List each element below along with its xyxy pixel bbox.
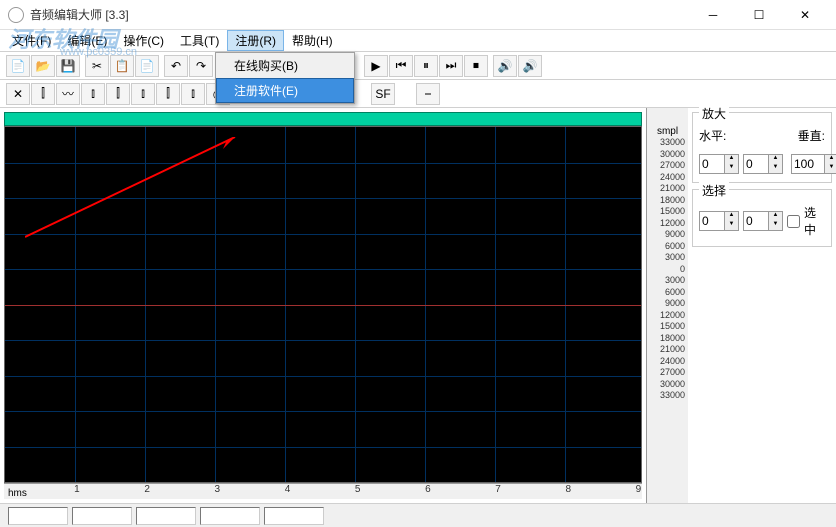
- toolbar-main: 📄 📂 💾 ✂ 📋 📄 ↶ ↷ ▶ ⏮ ⏸ ⏭ ⏹ 🔊 🔊: [0, 52, 836, 80]
- skip-forward-icon[interactable]: ⏭: [439, 55, 463, 77]
- effect-4-icon[interactable]: ⫾: [81, 83, 105, 105]
- menu-tools[interactable]: 工具(T): [172, 30, 227, 51]
- status-cell-1: [8, 507, 68, 525]
- effect-6-icon[interactable]: ⫾: [131, 83, 155, 105]
- annotation-arrow: [25, 137, 245, 247]
- vert-spinner[interactable]: ▲▼: [791, 154, 836, 174]
- open-file-icon[interactable]: 📂: [31, 55, 55, 77]
- play-icon[interactable]: ▶: [364, 55, 388, 77]
- value-ruler: smpl 33000 30000 27000 24000 21000 18000…: [646, 108, 688, 503]
- undo-icon[interactable]: ↶: [164, 55, 188, 77]
- stop-icon[interactable]: ⏹: [464, 55, 488, 77]
- status-cell-3: [136, 507, 196, 525]
- speaker-left-icon[interactable]: 🔊: [493, 55, 517, 77]
- zoom-title: 放大: [699, 105, 729, 122]
- titlebar: 音频编辑大师 [3.3] ─ ☐ ✕: [0, 0, 836, 30]
- window-title: 音频编辑大师 [3.3]: [30, 6, 690, 23]
- waveform-header-bar[interactable]: [4, 112, 642, 126]
- pause-icon[interactable]: ⏸: [414, 55, 438, 77]
- status-cell-5: [264, 507, 324, 525]
- effect-1-icon[interactable]: ✕: [6, 83, 30, 105]
- select-panel: 选择 ▲▼ ▲▼ 选中: [692, 189, 832, 247]
- select-checkbox-label: 选中: [804, 204, 825, 238]
- effect-sf-icon[interactable]: SF: [371, 83, 395, 105]
- effect-8-icon[interactable]: ⫾: [181, 83, 205, 105]
- skip-back-icon[interactable]: ⏮: [389, 55, 413, 77]
- time-ruler: hms 1 2 3 4 5 6 7 8 9: [4, 483, 642, 499]
- paste-icon[interactable]: 📄: [135, 55, 159, 77]
- select-spinner-1[interactable]: ▲▼: [699, 211, 739, 231]
- new-file-icon[interactable]: 📄: [6, 55, 30, 77]
- toolbar-effects: ✕ ⫿ 〰 ⫾ ⫿ ⫾ ⫿ ⫾ ◉ SF ⎯: [0, 80, 836, 108]
- menu-edit[interactable]: 编辑(E): [59, 30, 115, 51]
- vert-label: 垂直:: [798, 127, 825, 144]
- save-file-icon[interactable]: 💾: [56, 55, 80, 77]
- select-spinner-2[interactable]: ▲▼: [743, 211, 783, 231]
- side-panel: 放大 水平: 垂直: ▲▼ ▲▼ ▲▼ 选择 ▲▼ ▲▼ 选中: [688, 108, 836, 503]
- close-button[interactable]: ✕: [782, 0, 828, 30]
- app-icon: [8, 7, 24, 23]
- status-cell-4: [200, 507, 260, 525]
- horiz-label: 水平:: [699, 127, 726, 144]
- speaker-right-icon[interactable]: 🔊: [518, 55, 542, 77]
- menu-file[interactable]: 文件(F): [4, 30, 59, 51]
- center-line: [5, 305, 641, 306]
- dropdown-buy-online[interactable]: 在线购买(B): [216, 53, 354, 78]
- maximize-button[interactable]: ☐: [736, 0, 782, 30]
- waveform-display[interactable]: [4, 126, 642, 483]
- effect-2-icon[interactable]: ⫿: [31, 83, 55, 105]
- horiz-spinner-2[interactable]: ▲▼: [743, 154, 783, 174]
- zoom-panel: 放大 水平: 垂直: ▲▼ ▲▼ ▲▼: [692, 112, 832, 183]
- waveform-area: hms 1 2 3 4 5 6 7 8 9: [0, 108, 646, 503]
- copy-icon[interactable]: 📋: [110, 55, 134, 77]
- register-dropdown: 在线购买(B) 注册软件(E): [215, 52, 355, 104]
- statusbar: [0, 503, 836, 527]
- menu-operate[interactable]: 操作(C): [115, 30, 172, 51]
- effect-wave-icon[interactable]: ⎯: [416, 83, 440, 105]
- horiz-spinner-1[interactable]: ▲▼: [699, 154, 739, 174]
- menubar: 文件(F) 编辑(E) 操作(C) 工具(T) 注册(R) 帮助(H) 在线购买…: [0, 30, 836, 52]
- effect-7-icon[interactable]: ⫿: [156, 83, 180, 105]
- time-unit: hms: [8, 488, 27, 499]
- status-cell-2: [72, 507, 132, 525]
- dropdown-register-software[interactable]: 注册软件(E): [216, 78, 354, 103]
- select-checkbox[interactable]: [787, 215, 800, 228]
- effect-3-icon[interactable]: 〰: [56, 83, 80, 105]
- redo-icon[interactable]: ↷: [189, 55, 213, 77]
- effect-5-icon[interactable]: ⫿: [106, 83, 130, 105]
- minimize-button[interactable]: ─: [690, 0, 736, 30]
- select-title: 选择: [699, 182, 729, 199]
- cut-icon[interactable]: ✂: [85, 55, 109, 77]
- menu-help[interactable]: 帮助(H): [284, 30, 341, 51]
- ruler-title: smpl: [647, 126, 688, 137]
- menu-register[interactable]: 注册(R): [227, 30, 284, 51]
